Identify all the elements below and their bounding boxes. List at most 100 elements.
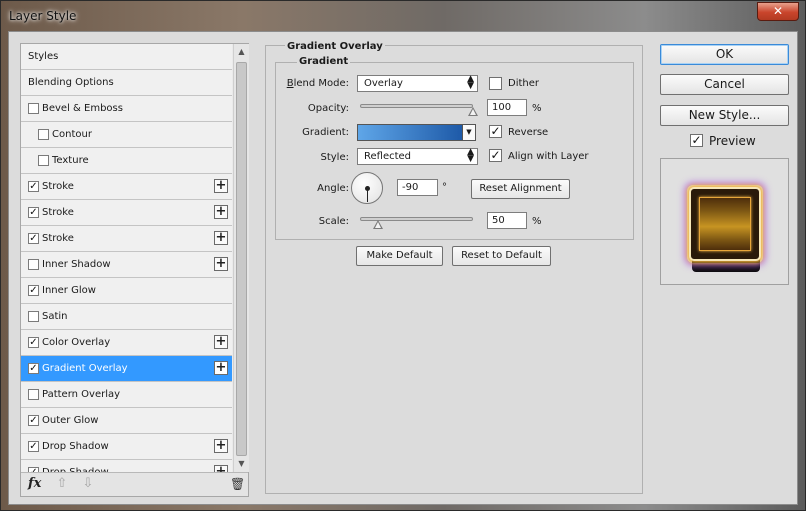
style-item-label: Styles — [28, 51, 59, 62]
scroll-up-arrow-icon[interactable]: ▲ — [234, 45, 249, 59]
reset-alignment-button[interactable]: Reset Alignment — [471, 179, 570, 199]
angle-input[interactable]: -90 — [397, 179, 438, 196]
style-item-label: Stroke — [42, 233, 74, 244]
gradient-swatch[interactable] — [357, 124, 463, 141]
new-style-button[interactable]: New Style... — [660, 105, 789, 126]
close-icon: ✕ — [772, 4, 784, 18]
opacity-unit: % — [532, 103, 542, 114]
style-item-checkbox[interactable] — [38, 129, 49, 140]
dither-checkbox[interactable] — [489, 77, 502, 90]
angle-dial[interactable] — [351, 172, 383, 204]
style-item-stroke[interactable]: ✓ Stroke + — [21, 226, 232, 252]
style-item-label: Pattern Overlay — [42, 389, 121, 400]
style-item-label: Contour — [52, 129, 92, 140]
angle-dial-needle — [367, 188, 368, 202]
style-item-blending-options[interactable]: Blending Options — [21, 70, 232, 96]
style-item-label: Drop Shadow — [42, 441, 109, 452]
reverse-checkbox[interactable]: ✓ — [489, 125, 502, 138]
style-item-checkbox[interactable] — [38, 155, 49, 166]
style-item-styles[interactable]: Styles — [21, 44, 232, 70]
updown-icon: ▲ ▼ — [467, 147, 474, 164]
style-item-checkbox[interactable] — [28, 103, 39, 114]
reset-to-default-button[interactable]: Reset to Default — [452, 246, 551, 266]
style-item-outer-glow[interactable]: ✓ Outer Glow — [21, 408, 232, 434]
checkmark-icon: ✓ — [490, 124, 501, 138]
opacity-input[interactable]: 100 — [487, 99, 527, 116]
layer-style-dialog: Layer Style ✕ Styles Blending Options Beve… — [0, 0, 806, 511]
style-item-checkbox[interactable]: ✓ — [28, 207, 39, 218]
style-item-label: Inner Glow — [42, 285, 96, 296]
style-select[interactable]: Reflected ▲ ▼ — [357, 148, 478, 165]
style-item-label: Stroke — [42, 207, 74, 218]
add-style-plus-icon[interactable]: + — [214, 439, 228, 453]
style-item-label: Texture — [52, 155, 89, 166]
style-item-label: Bevel & Emboss — [42, 103, 123, 114]
title-bar[interactable]: Layer Style ✕ — [1, 1, 805, 31]
style-item-checkbox[interactable] — [28, 311, 39, 322]
style-item-checkbox[interactable] — [28, 259, 39, 270]
style-item-checkbox[interactable]: ✓ — [28, 415, 39, 426]
style-item-stroke[interactable]: ✓ Stroke + — [21, 174, 232, 200]
ok-button[interactable]: OK — [660, 44, 789, 65]
styles-footer: fx ⇧ ⇩ 🗑 — [21, 472, 248, 496]
style-item-drop-shadow[interactable]: ✓Drop Shadow + — [21, 434, 232, 460]
style-item-inner-glow[interactable]: ✓ Inner Glow — [21, 278, 232, 304]
blend-mode-value: Overlay — [364, 78, 403, 89]
trash-icon[interactable]: 🗑 — [230, 477, 245, 491]
style-item-pattern-overlay[interactable]: Pattern Overlay — [21, 382, 232, 408]
style-item-checkbox[interactable]: ✓ — [28, 441, 39, 452]
style-item-label: Inner Shadow — [42, 259, 111, 270]
fx-button[interactable]: fx — [28, 476, 41, 491]
arrow-up-icon[interactable]: ⇧ — [55, 477, 69, 491]
checkmark-icon: ✓ — [691, 133, 702, 147]
dither-label: Dither — [508, 78, 540, 89]
scroll-down-arrow-icon[interactable]: ▼ — [234, 457, 249, 471]
add-style-plus-icon[interactable]: + — [214, 465, 228, 472]
style-item-checkbox[interactable]: ✓ — [28, 233, 39, 244]
styles-list: Styles Blending Options Bevel & Emboss Cont… — [21, 44, 232, 472]
style-label: Style: — [320, 152, 350, 163]
add-style-plus-icon[interactable]: + — [214, 231, 228, 245]
style-item-checkbox[interactable]: ✓ — [28, 363, 39, 374]
make-default-button[interactable]: Make Default — [356, 246, 443, 266]
preview-checkbox[interactable]: ✓ — [690, 134, 703, 147]
blend-mode-select[interactable]: Overlay ▲ ▼ — [357, 75, 478, 92]
style-item-color-overlay[interactable]: ✓ Color Overlay + — [21, 330, 232, 356]
close-button[interactable]: ✕ — [757, 2, 799, 21]
style-item-inner-shadow[interactable]: Inner Shadow + — [21, 252, 232, 278]
style-item-texture[interactable]: Texture — [21, 148, 232, 174]
align-with-layer-label: Align with Layer — [508, 151, 589, 162]
style-item-contour[interactable]: Contour — [21, 122, 232, 148]
style-item-label: Blending Options — [28, 77, 114, 88]
style-item-drop-shadow[interactable]: ✓Drop Shadow+ — [21, 460, 232, 472]
add-style-plus-icon[interactable]: + — [214, 257, 228, 271]
checkmark-icon: ✓ — [490, 148, 501, 162]
gradient-dropdown-arrow-icon[interactable]: ▼ — [463, 124, 476, 141]
scroll-thumb[interactable] — [236, 62, 247, 456]
scale-label: Scale: — [318, 216, 349, 227]
align-with-layer-checkbox[interactable]: ✓ — [489, 149, 502, 162]
preview-gradient-fill — [699, 197, 751, 251]
style-item-checkbox[interactable]: ✓ — [28, 337, 39, 348]
style-item-stroke[interactable]: ✓ Stroke + — [21, 200, 232, 226]
add-style-plus-icon[interactable]: + — [214, 335, 228, 349]
opacity-slider-track[interactable] — [360, 104, 473, 108]
cancel-button[interactable]: Cancel — [660, 74, 789, 95]
add-style-plus-icon[interactable]: + — [214, 179, 228, 193]
style-item-bevel-emboss[interactable]: Bevel & Emboss — [21, 96, 232, 122]
add-style-plus-icon[interactable]: + — [214, 205, 228, 219]
style-item-checkbox[interactable]: ✓ — [28, 181, 39, 192]
style-item-checkbox[interactable] — [28, 389, 39, 400]
style-item-checkbox[interactable]: ✓ — [28, 285, 39, 296]
style-item-label: Gradient Overlay — [42, 363, 128, 374]
style-item-satin[interactable]: Satin — [21, 304, 232, 330]
subsection-title: Gradient — [297, 56, 351, 67]
scale-slider-knob[interactable] — [373, 220, 384, 229]
arrow-down-icon[interactable]: ⇩ — [81, 477, 95, 491]
add-style-plus-icon[interactable]: + — [214, 361, 228, 375]
scale-input[interactable]: 50 — [487, 212, 527, 229]
styles-scrollbar[interactable]: ▲ ▼ — [233, 44, 249, 472]
style-value: Reflected — [364, 151, 412, 162]
opacity-slider-knob[interactable] — [468, 107, 478, 116]
style-item-gradient-overlay[interactable]: ✓ Gradient Overlay + — [21, 356, 232, 382]
